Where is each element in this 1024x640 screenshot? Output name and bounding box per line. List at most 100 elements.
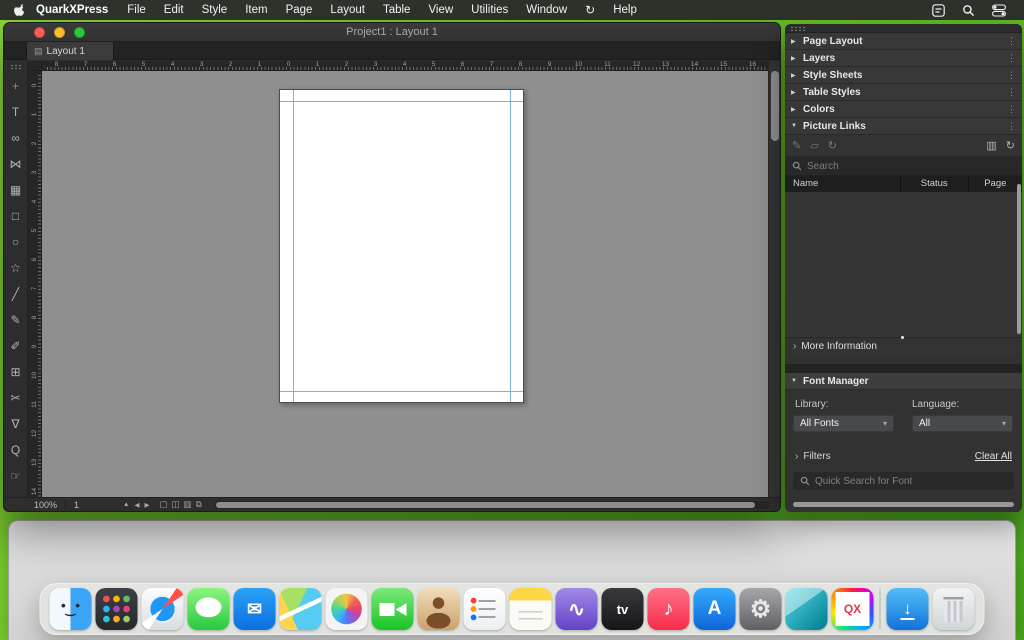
palette-header[interactable] <box>785 24 1022 33</box>
single-page-view-icon[interactable]: ▢ <box>159 499 167 510</box>
starburst-tool[interactable]: ☆ <box>4 255 28 281</box>
pan-tool[interactable]: ☞ <box>4 463 28 489</box>
design-app-icon[interactable] <box>786 588 828 630</box>
palette-grip[interactable] <box>10 64 22 70</box>
scrollbar-thumb[interactable] <box>216 502 756 508</box>
picture-links-list[interactable] <box>785 192 1022 337</box>
more-information-toggle[interactable]: › More Information <box>785 337 1022 354</box>
tables-tool[interactable]: ⊞ <box>4 359 28 385</box>
menu-item[interactable]: Layout <box>330 4 365 16</box>
horizontal-scrollbar[interactable] <box>214 501 770 509</box>
palette-section-picture-links[interactable]: ▼ Picture Links ⋮ <box>785 118 1022 135</box>
layout-tab[interactable]: ▤ Layout 1 <box>26 42 114 60</box>
palette-section-colors[interactable]: ▶ Colors ⋮ <box>785 101 1022 118</box>
section-menu-icon[interactable]: ⋮ <box>1007 87 1016 98</box>
zoom-button[interactable] <box>74 27 85 38</box>
scrollbar-thumb[interactable] <box>771 71 779 141</box>
font-manager-header[interactable]: ▼ Font Manager <box>785 373 1022 390</box>
palette-scrollbar[interactable] <box>793 502 1014 507</box>
facetime-icon[interactable] <box>372 588 414 630</box>
apple-tv-icon[interactable]: tv <box>602 588 644 630</box>
line-tool[interactable]: ╱ <box>4 281 28 307</box>
menu-item[interactable]: Item <box>245 4 267 16</box>
reminders-icon[interactable] <box>464 588 506 630</box>
palette-section-page-layout[interactable]: ▶ Page Layout ⋮ <box>785 33 1022 50</box>
page-number-field[interactable]: 1 <box>74 500 79 510</box>
trash-icon[interactable] <box>933 588 975 630</box>
apple-menu[interactable] <box>13 3 25 17</box>
palette-section-style-sheets[interactable]: ▶ Style Sheets ⋮ <box>785 67 1022 84</box>
app-menu[interactable]: QuarkXPress <box>36 4 108 16</box>
menu-item[interactable]: Page <box>286 4 313 16</box>
menu-item[interactable]: Style <box>202 4 228 16</box>
section-menu-icon[interactable]: ⋮ <box>1007 53 1016 64</box>
quarkxpress-icon[interactable]: QX <box>832 588 874 630</box>
app-store-icon[interactable]: A <box>694 588 736 630</box>
document-page[interactable] <box>279 89 524 403</box>
finder-icon[interactable]: ‿ <box>50 588 92 630</box>
menu-item-help[interactable]: Help <box>613 4 637 16</box>
rectangle-box-tool[interactable]: □ <box>4 203 28 229</box>
page-up-icon[interactable]: ▲ <box>123 501 129 508</box>
freehand-line-tool[interactable]: ✐ <box>4 333 28 359</box>
photos-icon[interactable] <box>326 588 368 630</box>
text-unlinking-tool[interactable]: ⋈ <box>4 151 28 177</box>
vertical-scrollbar[interactable] <box>768 61 780 497</box>
text-content-tool[interactable]: T <box>4 99 28 125</box>
launchpad-icon[interactable] <box>96 588 138 630</box>
downloads-icon[interactable]: ↓ <box>887 588 929 630</box>
menu-item[interactable]: View <box>428 4 453 16</box>
menu-item[interactable]: Table <box>383 4 411 16</box>
column-header[interactable]: Name <box>785 176 900 192</box>
section-menu-icon[interactable]: ⋮ <box>1007 104 1016 115</box>
section-menu-icon[interactable]: ⋮ <box>1007 70 1016 81</box>
next-page-icon[interactable]: ▶ <box>144 501 149 509</box>
item-tool[interactable]: + <box>4 73 28 99</box>
update-link-icon[interactable]: ↻ <box>828 139 837 152</box>
menu-item[interactable]: File <box>127 4 146 16</box>
maps-icon[interactable] <box>280 588 322 630</box>
mail-icon[interactable]: ✉ <box>234 588 276 630</box>
podcasts-icon[interactable]: ∿ <box>556 588 598 630</box>
bezier-pen-tool[interactable]: ✎ <box>4 307 28 333</box>
picture-content-tool[interactable]: ▦ <box>4 177 28 203</box>
picture-links-search[interactable]: Search <box>785 157 1022 176</box>
contacts-icon[interactable] <box>418 588 460 630</box>
menu-item[interactable]: Utilities <box>471 4 508 16</box>
messages-icon[interactable] <box>188 588 230 630</box>
script-menu-icon[interactable]: ↻ <box>585 3 595 17</box>
eyedropper-tool[interactable]: ∇ <box>4 411 28 437</box>
system-settings-icon[interactable]: ⚙ <box>740 588 782 630</box>
spread-view-icon[interactable]: ◫ <box>172 499 180 510</box>
section-menu-icon[interactable]: ⋮ <box>1007 121 1016 132</box>
column-header[interactable]: Page <box>968 176 1022 192</box>
zoom-tool[interactable]: Q <box>4 437 28 463</box>
music-icon[interactable]: ♪ <box>648 588 690 630</box>
safari-icon[interactable] <box>142 588 184 630</box>
zoom-level-field[interactable]: 100% <box>34 500 57 510</box>
language-dropdown[interactable]: All ▾ <box>912 415 1013 432</box>
oval-box-tool[interactable]: ○ <box>4 229 28 255</box>
menu-item[interactable]: Window <box>526 4 567 16</box>
search-icon[interactable] <box>962 4 975 17</box>
pasteboard-canvas[interactable] <box>42 71 768 497</box>
notes-icon[interactable] <box>510 588 552 630</box>
edit-original-icon[interactable]: ✎ <box>792 139 801 152</box>
text-linking-tool[interactable]: ∞ <box>4 125 28 151</box>
menu-extra-icon[interactable] <box>932 4 945 17</box>
previous-page-icon[interactable]: ◀ <box>134 501 139 509</box>
close-button[interactable] <box>34 27 45 38</box>
filters-toggle[interactable]: Filters <box>803 451 830 462</box>
minimize-button[interactable] <box>54 27 65 38</box>
fit-view-icon[interactable]: ⧉ <box>196 499 202 510</box>
scissors-tool[interactable]: ✂ <box>4 385 28 411</box>
palette-section-layers[interactable]: ▶ Layers ⋮ <box>785 50 1022 67</box>
font-search-field[interactable]: Quick Search for Font <box>793 472 1014 490</box>
clear-all-link[interactable]: Clear All <box>975 451 1012 462</box>
column-header[interactable]: Status <box>900 176 968 192</box>
control-center-icon[interactable] <box>992 4 1006 17</box>
menu-item[interactable]: Edit <box>164 4 184 16</box>
palette-section-table-styles[interactable]: ▶ Table Styles ⋮ <box>785 84 1022 101</box>
library-dropdown[interactable]: All Fonts ▾ <box>793 415 894 432</box>
show-in-folder-icon[interactable]: ▱ <box>810 139 818 152</box>
